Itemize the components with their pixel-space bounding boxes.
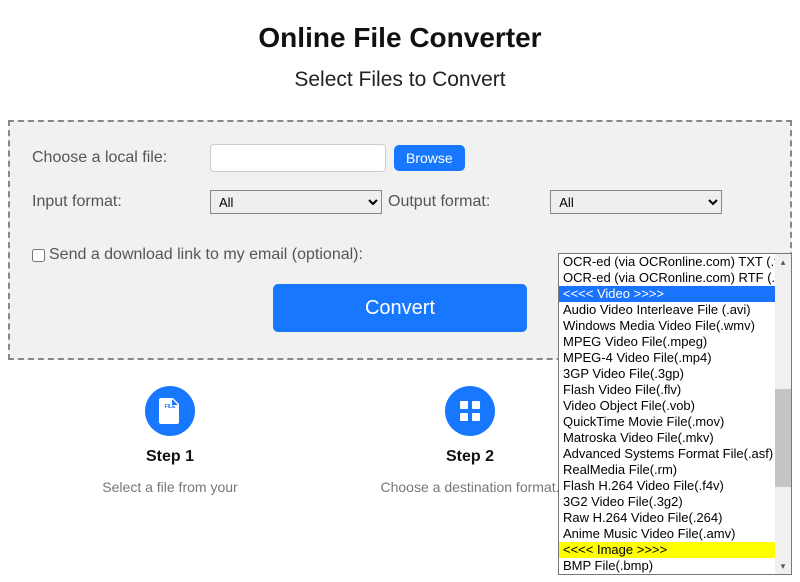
dropdown-option[interactable]: Flash Video File(.flv): [559, 382, 777, 398]
dropdown-option[interactable]: 3GP Video File(.3gp): [559, 366, 777, 382]
output-format-dropdown[interactable]: OCR-ed (via OCRonline.com) TXT (.txt)OCR…: [558, 253, 792, 575]
output-format-select[interactable]: All: [550, 190, 722, 214]
dropdown-option[interactable]: Audio Video Interleave File (.avi): [559, 302, 777, 318]
scroll-up-arrow[interactable]: ▴: [775, 254, 791, 270]
step-1: FILE Step 1 Select a file from your: [70, 386, 270, 496]
convert-button[interactable]: Convert: [273, 284, 527, 332]
dropdown-option[interactable]: BMP File(.bmp): [559, 558, 777, 574]
dropdown-option[interactable]: OCR-ed (via OCRonline.com) RTF (.rtf): [559, 270, 777, 286]
scroll-down-arrow[interactable]: ▾: [775, 558, 791, 574]
step-1-desc: Select a file from your: [70, 478, 270, 496]
format-row: Input format: All Output format: All: [32, 190, 768, 214]
page-subtitle: Select Files to Convert: [0, 68, 800, 92]
dropdown-option[interactable]: Windows Media Video File(.wmv): [559, 318, 777, 334]
dropdown-option[interactable]: RealMedia File(.rm): [559, 462, 777, 478]
scroll-thumb[interactable]: [775, 389, 791, 487]
step-2-title: Step 2: [370, 448, 570, 466]
dropdown-option[interactable]: MPEG Video File(.mpeg): [559, 334, 777, 350]
dropdown-option[interactable]: Raw H.264 Video File(.264): [559, 510, 777, 526]
output-format-label: Output format:: [388, 193, 490, 211]
dropdown-option[interactable]: MPEG-4 Video File(.mp4): [559, 350, 777, 366]
dropdown-scrollbar[interactable]: ▴ ▾: [775, 254, 791, 574]
dropdown-option[interactable]: 3G2 Video File(.3g2): [559, 494, 777, 510]
grid-icon: [445, 386, 495, 436]
input-format-label: Input format:: [32, 193, 210, 211]
email-checkbox[interactable]: [32, 249, 45, 262]
dropdown-option[interactable]: Anime Music Video File(.amv): [559, 526, 777, 542]
dropdown-option[interactable]: OCR-ed (via OCRonline.com) TXT (.txt): [559, 254, 777, 270]
browse-button[interactable]: Browse: [394, 145, 465, 171]
email-label: Send a download link to my email (option…: [49, 246, 363, 264]
choose-file-row: Choose a local file: Browse: [32, 144, 768, 172]
dropdown-option[interactable]: <<<< Image >>>>: [559, 542, 777, 558]
dropdown-option[interactable]: Flash H.264 Video File(.f4v): [559, 478, 777, 494]
page-title: Online File Converter: [0, 22, 800, 54]
step-1-title: Step 1: [70, 448, 270, 466]
dropdown-option[interactable]: Video Object File(.vob): [559, 398, 777, 414]
dropdown-option[interactable]: Advanced Systems Format File(.asf): [559, 446, 777, 462]
dropdown-option[interactable]: <<<< Video >>>>: [559, 286, 777, 302]
svg-text:FILE: FILE: [165, 404, 176, 410]
choose-file-label: Choose a local file:: [32, 149, 210, 167]
file-input[interactable]: [210, 144, 386, 172]
file-icon: FILE: [145, 386, 195, 436]
step-2-desc: Choose a destination format.: [370, 478, 570, 496]
dropdown-option[interactable]: Matroska Video File(.mkv): [559, 430, 777, 446]
step-2: Step 2 Choose a destination format.: [370, 386, 570, 496]
dropdown-option[interactable]: QuickTime Movie File(.mov): [559, 414, 777, 430]
input-format-select[interactable]: All: [210, 190, 382, 214]
